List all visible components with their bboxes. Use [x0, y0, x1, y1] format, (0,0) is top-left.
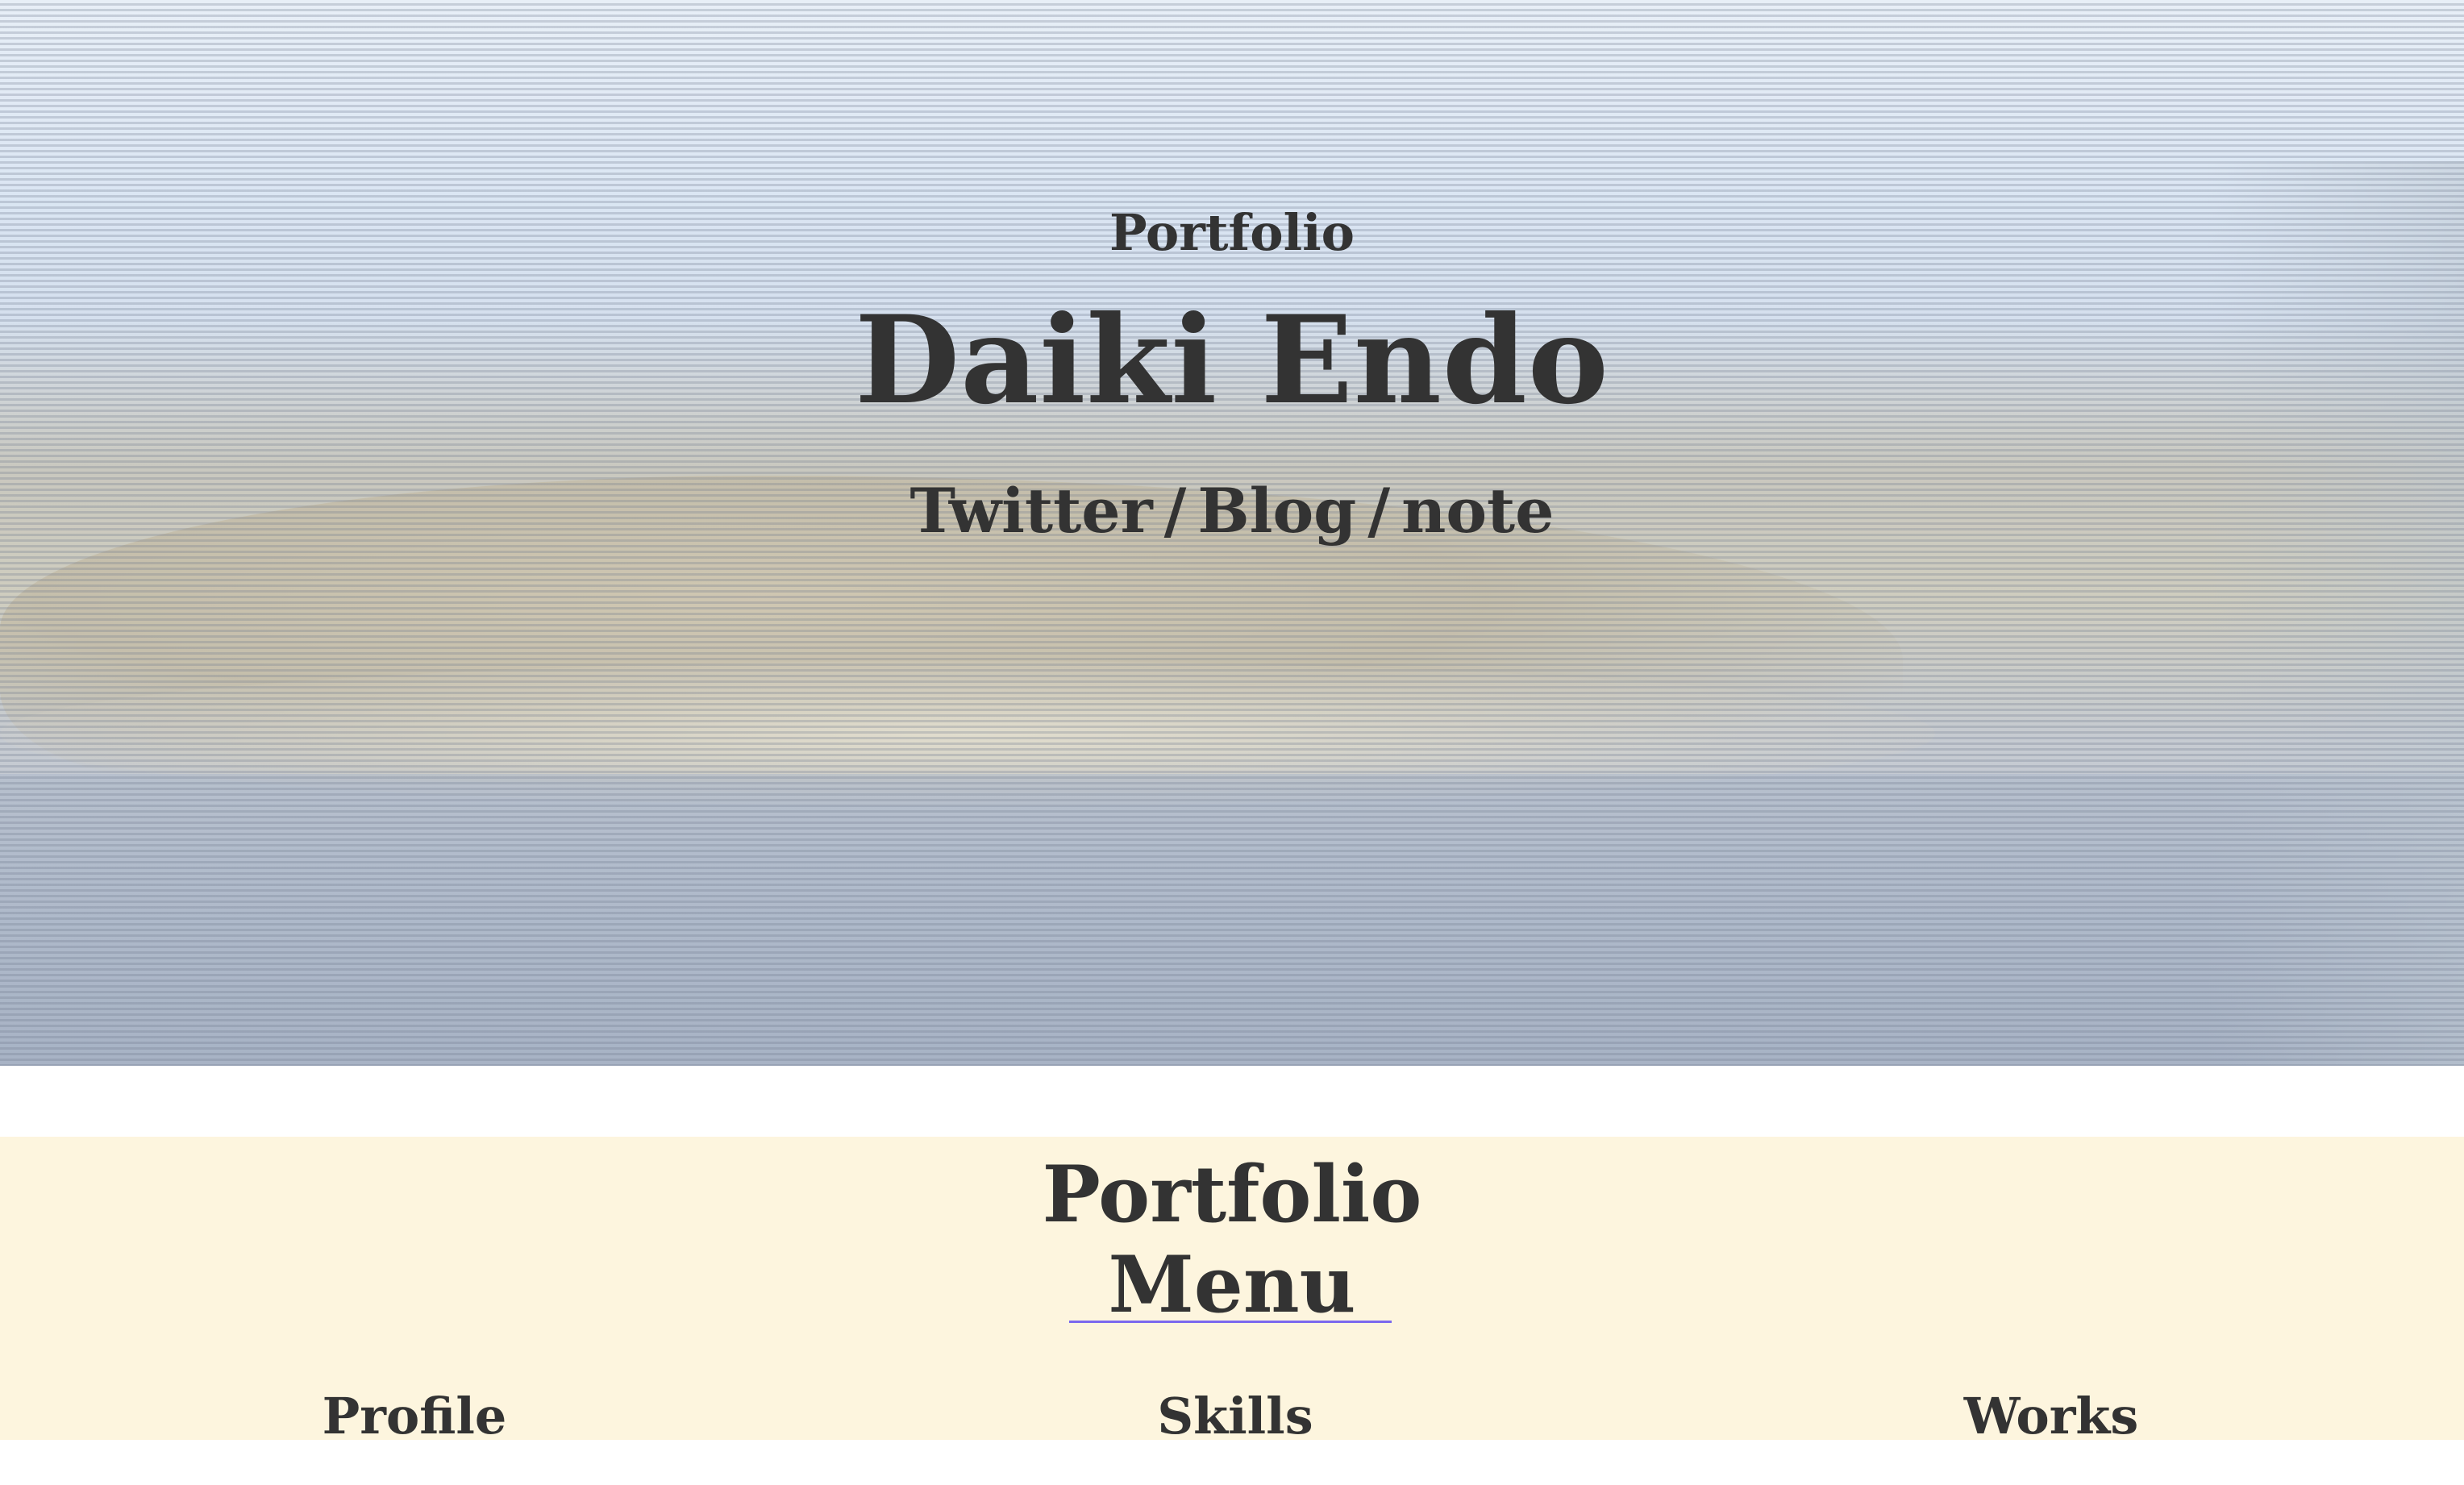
link-separator: / [1163, 475, 1187, 547]
note-link[interactable]: note [1401, 475, 1554, 547]
hero-title: Daiki Endo [855, 289, 1609, 431]
menu-item-profile[interactable]: Profile [173, 1391, 656, 1441]
portfolio-menu-section: Portfolio Menu Profile Skills Works [0, 1137, 2464, 1441]
menu-title-underline [1069, 1321, 1392, 1323]
menu-title-line1: Portfolio [1042, 1149, 1422, 1240]
menu-item-works[interactable]: Works [1809, 1391, 2293, 1441]
menu-title-line2: Menu [1108, 1239, 1356, 1330]
hero-social-links: Twitter / Blog / note [0, 480, 2464, 542]
twitter-link[interactable]: Twitter [910, 475, 1153, 547]
link-separator: / [1367, 475, 1391, 547]
menu-section-title: Portfolio Menu [0, 1150, 2464, 1330]
hero-banner: Portfolio Daiki Endo Twitter / Blog / note [0, 0, 2464, 1066]
portfolio-menu-nav: Profile Skills Works [0, 1391, 2464, 1441]
menu-item-skills[interactable]: Skills [993, 1391, 1477, 1441]
hero-kicker: Portfolio [1109, 203, 1355, 262]
blog-link[interactable]: Blog [1197, 475, 1356, 547]
